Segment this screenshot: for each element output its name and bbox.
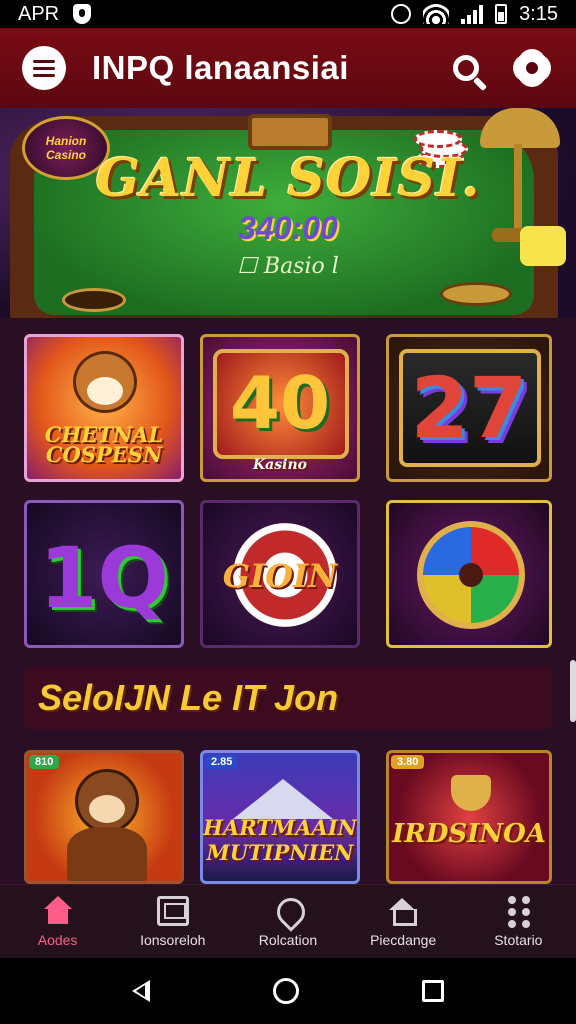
game-badge: 2.85	[205, 755, 239, 769]
app-title: INPQ lanaansiai	[92, 49, 349, 86]
status-carrier: APR	[18, 2, 60, 25]
menu-icon-line	[33, 59, 55, 63]
status-bar: APR 3:15	[0, 0, 576, 28]
promo-banner[interactable]: Hanion Casino GANL SOISI. 340:00 ☐ Basio…	[0, 108, 576, 318]
game-title: GIOIN	[222, 557, 338, 595]
game-number: 1Q	[39, 529, 169, 627]
banner-subtitle: ☐ Basio l	[237, 254, 339, 279]
game-number: 40	[229, 361, 331, 445]
fox-face	[87, 377, 123, 405]
game-tile[interactable]: 3.80 IRDSINOA	[386, 750, 552, 884]
mountain-art	[233, 779, 333, 819]
home-circle-icon[interactable]	[272, 978, 299, 1004]
location-icon	[272, 896, 304, 926]
system-nav	[0, 958, 576, 1024]
section-title: SeloIJN Le IT Jon	[38, 677, 339, 718]
app-bar: INPQ lanaansiai	[0, 28, 576, 108]
nav-item-home[interactable]: Aodes	[8, 895, 108, 948]
status-left: APR	[18, 2, 92, 26]
roulette-hub	[459, 563, 483, 587]
box-icon	[156, 895, 189, 926]
menu-icon-line	[33, 73, 55, 77]
alarm-icon	[391, 4, 412, 24]
scrollbar[interactable]	[570, 660, 576, 722]
nav-label: Ionsoreloh	[140, 931, 206, 948]
section-header: SeloIJN Le IT Jon	[24, 666, 552, 730]
game-tile[interactable]: 27	[386, 334, 552, 482]
bear-body	[67, 827, 147, 881]
bottom-nav: Aodes Ionsoreloh Rolcation Piecdange Sto…	[0, 884, 576, 958]
game-badge: 810	[29, 755, 60, 769]
game-tile[interactable]: CHETNAL COSPESN	[24, 334, 184, 482]
status-right: 3:15	[391, 3, 558, 26]
shield-icon	[73, 4, 92, 24]
trophy-art	[451, 775, 491, 811]
nav-label: Stotario	[494, 931, 543, 948]
game-title: CHETNAL COSPESN	[44, 422, 164, 467]
menu-icon-line	[33, 66, 55, 70]
nav-label: Piecdange	[370, 931, 437, 948]
game-tile[interactable]	[386, 500, 552, 648]
nav-item-more[interactable]: Stotario	[468, 895, 568, 948]
gear-icon	[517, 53, 547, 83]
banner-amount: 340:00	[238, 210, 338, 246]
game-badge: 3.80	[391, 755, 425, 769]
nav-label: Rolcation	[258, 931, 318, 948]
nav-label: Aodes	[37, 931, 78, 948]
nav-item-location[interactable]: Rolcation	[238, 896, 338, 948]
status-time: 3:15	[519, 2, 558, 25]
game-tile[interactable]: GIOIN	[200, 500, 360, 648]
menu-button[interactable]	[22, 46, 66, 90]
game-number: 27	[410, 359, 528, 457]
table-cup	[62, 288, 126, 312]
game-title: HARTMAAIN MUTIPNIEN	[203, 815, 357, 865]
signal-icon	[461, 4, 484, 24]
search-button[interactable]	[444, 46, 488, 90]
game-tile[interactable]: 40 Kasino	[200, 334, 360, 482]
settings-button[interactable]	[510, 46, 554, 90]
game-list: CHETNAL COSPESN 40 Kasino 27 1Q GIOIN Se…	[0, 318, 576, 884]
house-icon	[387, 896, 419, 926]
game-tile[interactable]: 1Q	[24, 500, 184, 648]
back-icon[interactable]	[131, 980, 150, 1002]
home-icon	[42, 895, 74, 926]
bear-face	[89, 795, 125, 823]
nav-item-browse[interactable]: Ionsoreloh	[123, 895, 223, 948]
game-subtitle: Kasino	[253, 457, 307, 473]
game-title: IRDSINOA	[392, 819, 546, 849]
game-tile[interactable]: 810	[24, 750, 184, 884]
game-tile[interactable]: 2.85 HARTMAAIN MUTIPNIEN	[200, 750, 360, 884]
grid-icon	[502, 895, 534, 928]
chip-tray	[248, 114, 332, 150]
battery-icon	[495, 4, 508, 24]
wifi-icon	[423, 4, 450, 24]
recents-icon[interactable]	[422, 980, 445, 1002]
search-icon	[453, 55, 479, 81]
nav-item-exchange[interactable]: Piecdange	[353, 896, 453, 948]
banner-title: GANL SOISI.	[95, 148, 481, 209]
